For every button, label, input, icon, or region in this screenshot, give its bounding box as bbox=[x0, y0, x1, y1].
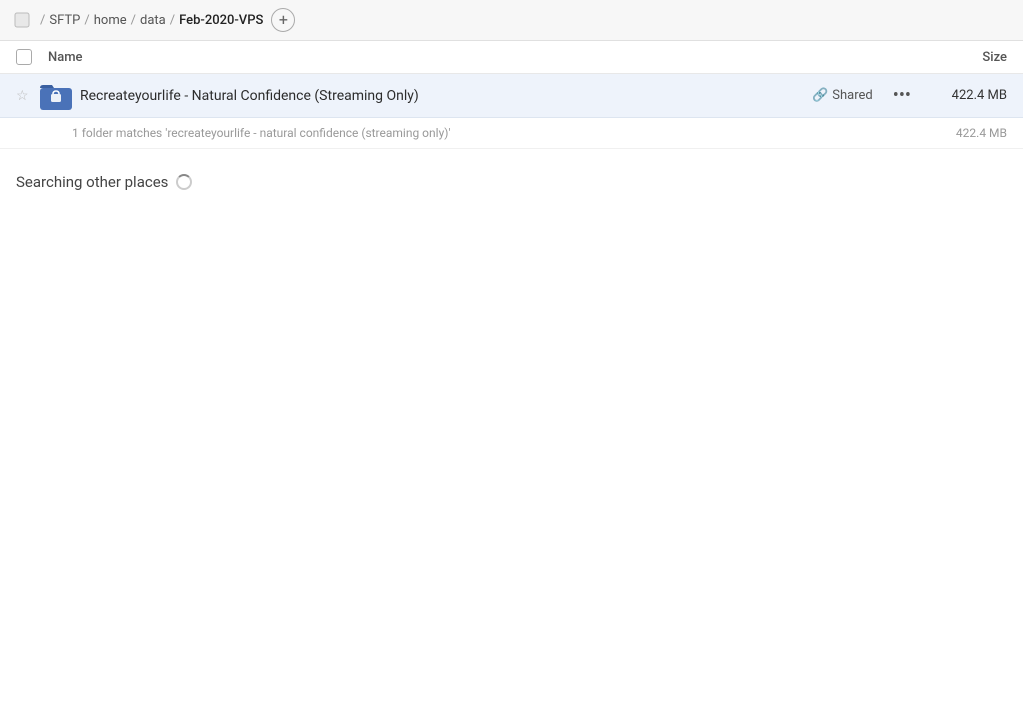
file-size: 422.4 MB bbox=[927, 88, 1007, 103]
column-name-header: Name bbox=[48, 50, 907, 65]
file-row[interactable]: ☆ Recreateyourlife - Natural Confidence … bbox=[0, 74, 1023, 118]
link-icon: 🔗 bbox=[812, 88, 828, 103]
star-icon[interactable]: ☆ bbox=[16, 88, 40, 104]
more-options-button[interactable]: ••• bbox=[885, 85, 919, 106]
select-all-checkbox-container[interactable] bbox=[16, 49, 48, 65]
breadcrumb-home-icon[interactable] bbox=[12, 10, 32, 30]
searching-spinner bbox=[176, 174, 192, 190]
file-name: Recreateyourlife - Natural Confidence (S… bbox=[80, 88, 812, 104]
breadcrumb-bar: / SFTP / home / data / Feb-2020-VPS + bbox=[0, 0, 1023, 41]
searching-section: Searching other places bbox=[0, 149, 1023, 215]
breadcrumb-sep-2: / bbox=[131, 13, 136, 28]
breadcrumb-sep-0: / bbox=[40, 13, 45, 28]
shared-badge: 🔗 Shared bbox=[812, 88, 873, 103]
folder-icon bbox=[40, 80, 72, 112]
breadcrumb-item-data[interactable]: data bbox=[140, 13, 166, 28]
match-info-text: 1 folder matches 'recreateyourlife - nat… bbox=[72, 126, 451, 140]
select-all-checkbox[interactable] bbox=[16, 49, 32, 65]
searching-label: Searching other places bbox=[16, 173, 168, 191]
shared-label: Shared bbox=[832, 88, 872, 103]
breadcrumb-sep-3: / bbox=[170, 13, 175, 28]
column-header: Name Size bbox=[0, 41, 1023, 74]
match-info-row: 1 folder matches 'recreateyourlife - nat… bbox=[0, 118, 1023, 149]
match-info-size: 422.4 MB bbox=[956, 126, 1007, 140]
breadcrumb-item-home[interactable]: home bbox=[94, 13, 127, 28]
breadcrumb-item-sftp[interactable]: SFTP bbox=[49, 13, 80, 28]
column-size-header: Size bbox=[907, 50, 1007, 65]
add-tab-button[interactable]: + bbox=[271, 8, 295, 32]
breadcrumb-sep-1: / bbox=[84, 13, 89, 28]
breadcrumb-item-feb2020vps[interactable]: Feb-2020-VPS bbox=[179, 13, 263, 28]
